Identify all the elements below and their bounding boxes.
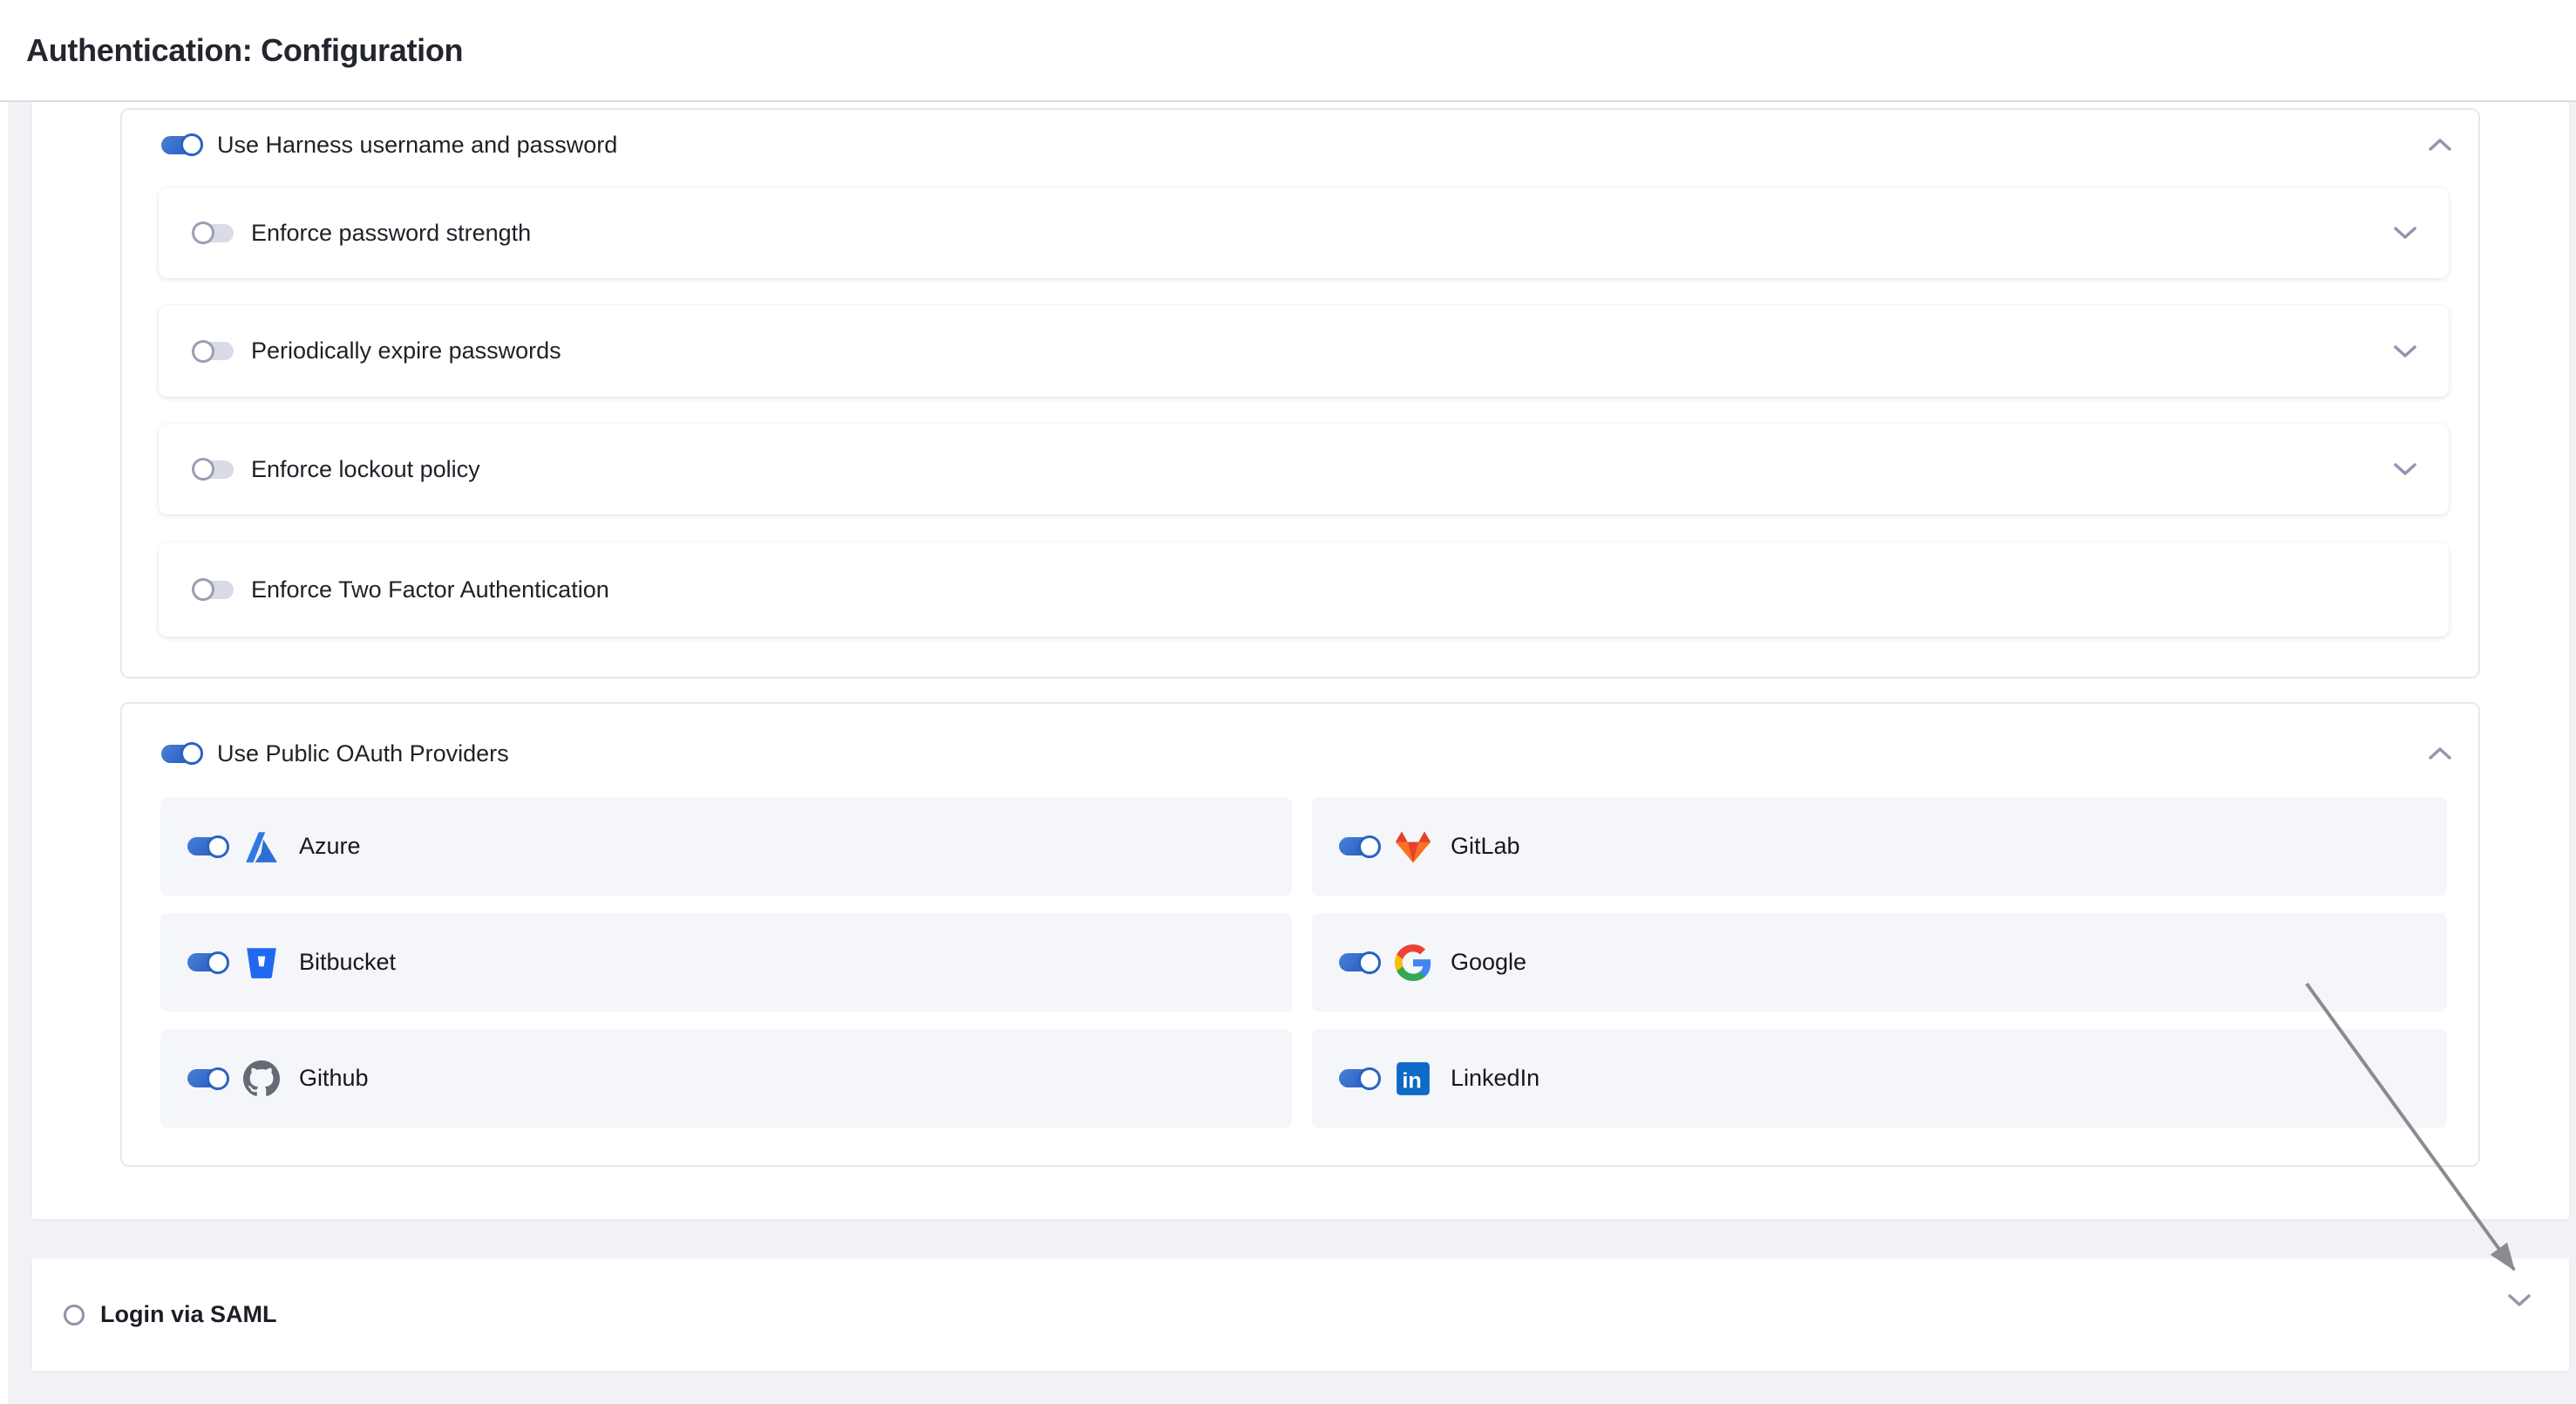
gitlab-toggle[interactable]: [1339, 837, 1379, 855]
toggle-knob: [192, 458, 214, 480]
authentication-configuration-page: Authentication: Configuration Use Harnes…: [0, 0, 2576, 1404]
public-oauth-providers-section: Use Public OAuth Providers Azure: [120, 702, 2480, 1167]
chevron-down-icon[interactable]: [2393, 460, 2417, 478]
toggle-knob: [192, 222, 214, 244]
svg-text:in: in: [1402, 1068, 1421, 1093]
provider-label: Bitbucket: [299, 949, 396, 976]
chevron-down-icon[interactable]: [2507, 1292, 2532, 1309]
linkedin-toggle[interactable]: [1339, 1069, 1379, 1087]
toggle-knob: [1358, 1067, 1381, 1090]
gitlab-icon: [1395, 828, 1431, 865]
enforce-password-strength-row[interactable]: Enforce password strength: [159, 187, 2449, 278]
chevron-up-icon[interactable]: [2428, 745, 2452, 762]
google-toggle[interactable]: [1339, 953, 1379, 971]
provider-row-linkedin: in LinkedIn: [1312, 1029, 2447, 1128]
provider-label: LinkedIn: [1451, 1065, 1539, 1092]
toggle-knob: [180, 742, 203, 765]
row-label: Enforce Two Factor Authentication: [251, 576, 609, 603]
enforce-two-factor-authentication-toggle[interactable]: [194, 581, 234, 599]
bitbucket-icon: [243, 944, 280, 981]
azure-toggle[interactable]: [187, 837, 228, 855]
public-oauth-providers-toggle[interactable]: [161, 745, 201, 763]
provider-row-github: Github: [160, 1029, 1292, 1128]
toggle-knob: [180, 133, 203, 156]
azure-icon: [243, 828, 280, 865]
linkedin-icon: in: [1395, 1060, 1431, 1097]
saml-radio-button[interactable]: [64, 1305, 85, 1326]
toggle-knob: [192, 340, 214, 363]
harness-section-label: Use Harness username and password: [217, 132, 617, 159]
periodically-expire-passwords-toggle[interactable]: [194, 342, 234, 360]
toggle-knob: [1358, 951, 1381, 974]
saml-label: Login via SAML: [100, 1301, 277, 1328]
row-label: Enforce password strength: [251, 220, 531, 247]
enforce-password-strength-toggle[interactable]: [194, 224, 234, 242]
row-label: Periodically expire passwords: [251, 337, 561, 365]
page-header: Authentication: Configuration: [0, 0, 2576, 102]
harness-username-password-toggle[interactable]: [161, 136, 201, 154]
toggle-knob: [192, 578, 214, 601]
enforce-lockout-policy-row[interactable]: Enforce lockout policy: [159, 424, 2449, 515]
toggle-knob: [1358, 835, 1381, 858]
provider-label: Github: [299, 1065, 369, 1092]
toggle-knob: [207, 951, 229, 974]
bitbucket-toggle[interactable]: [187, 953, 228, 971]
enforce-lockout-policy-toggle[interactable]: [194, 460, 234, 479]
chevron-up-icon[interactable]: [2428, 136, 2452, 153]
provider-row-bitbucket: Bitbucket: [160, 913, 1292, 1012]
chevron-down-icon[interactable]: [2393, 343, 2417, 360]
provider-label: Google: [1451, 949, 1526, 976]
provider-label: GitLab: [1451, 833, 1520, 860]
page-title: Authentication: Configuration: [26, 32, 463, 69]
provider-row-azure: Azure: [160, 797, 1292, 896]
enforce-two-factor-authentication-row[interactable]: Enforce Two Factor Authentication: [159, 542, 2449, 637]
oauth-section-header[interactable]: Use Public OAuth Providers: [122, 733, 2478, 774]
provider-row-gitlab: GitLab: [1312, 797, 2447, 896]
oauth-section-label: Use Public OAuth Providers: [217, 740, 509, 767]
login-via-saml-row[interactable]: Login via SAML: [32, 1258, 2569, 1371]
provider-label: Azure: [299, 833, 361, 860]
row-label: Enforce lockout policy: [251, 456, 480, 483]
left-edge-strip: [0, 102, 8, 1404]
github-toggle[interactable]: [187, 1069, 228, 1087]
toggle-knob: [207, 835, 229, 858]
github-icon: [243, 1060, 280, 1097]
periodically-expire-passwords-row[interactable]: Periodically expire passwords: [159, 305, 2449, 397]
chevron-down-icon[interactable]: [2393, 224, 2417, 242]
google-icon: [1395, 944, 1431, 981]
harness-section-header[interactable]: Use Harness username and password: [122, 124, 2478, 166]
toggle-knob: [207, 1067, 229, 1090]
provider-row-google: Google: [1312, 913, 2447, 1012]
harness-username-password-section: Use Harness username and password Enforc…: [120, 108, 2480, 678]
